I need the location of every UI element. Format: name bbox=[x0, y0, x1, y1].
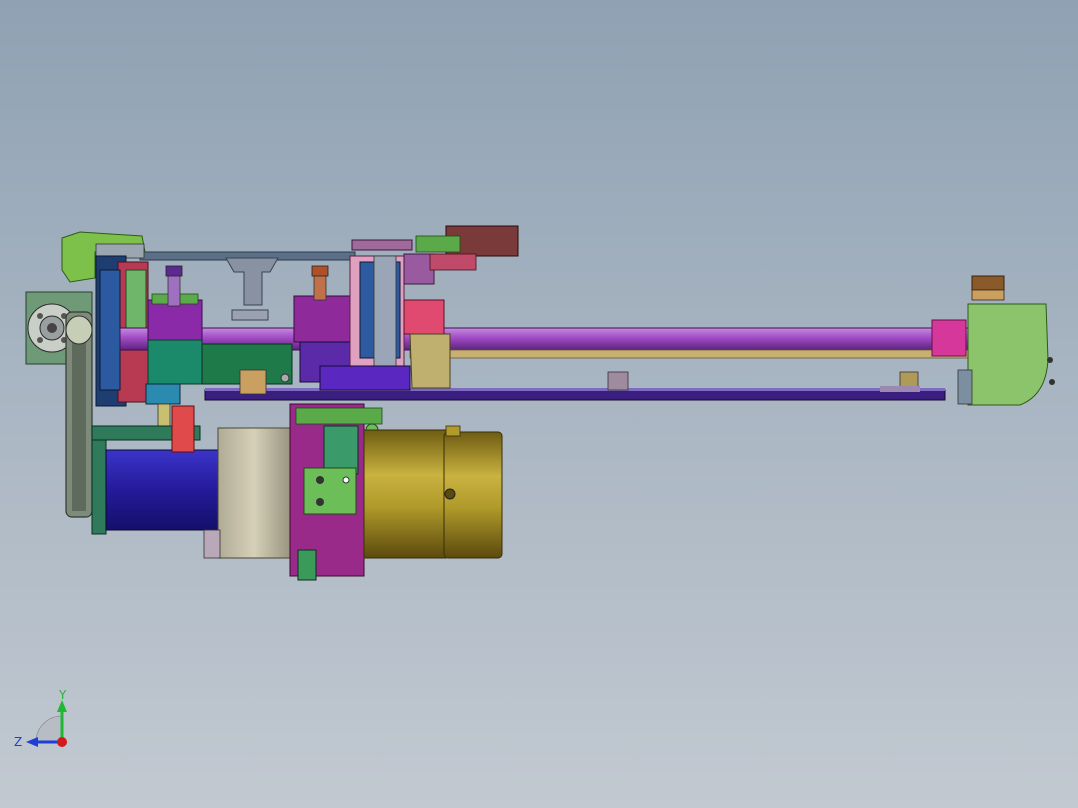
right-end-support[interactable] bbox=[957, 275, 1055, 406]
drive-belt[interactable] bbox=[65, 311, 93, 518]
view-triad[interactable]: Y Z bbox=[14, 688, 67, 749]
cad-viewport[interactable]: Y Z bbox=[0, 0, 1078, 808]
x-axis-dot bbox=[57, 737, 67, 747]
assembly-model[interactable]: Y Z bbox=[0, 0, 1078, 808]
left-carriage[interactable] bbox=[145, 265, 203, 429]
z-axis-label: Z bbox=[14, 735, 22, 749]
gear-motor[interactable] bbox=[363, 425, 503, 559]
y-axis-label: Y bbox=[58, 688, 67, 702]
top-right-box[interactable] bbox=[415, 225, 519, 271]
